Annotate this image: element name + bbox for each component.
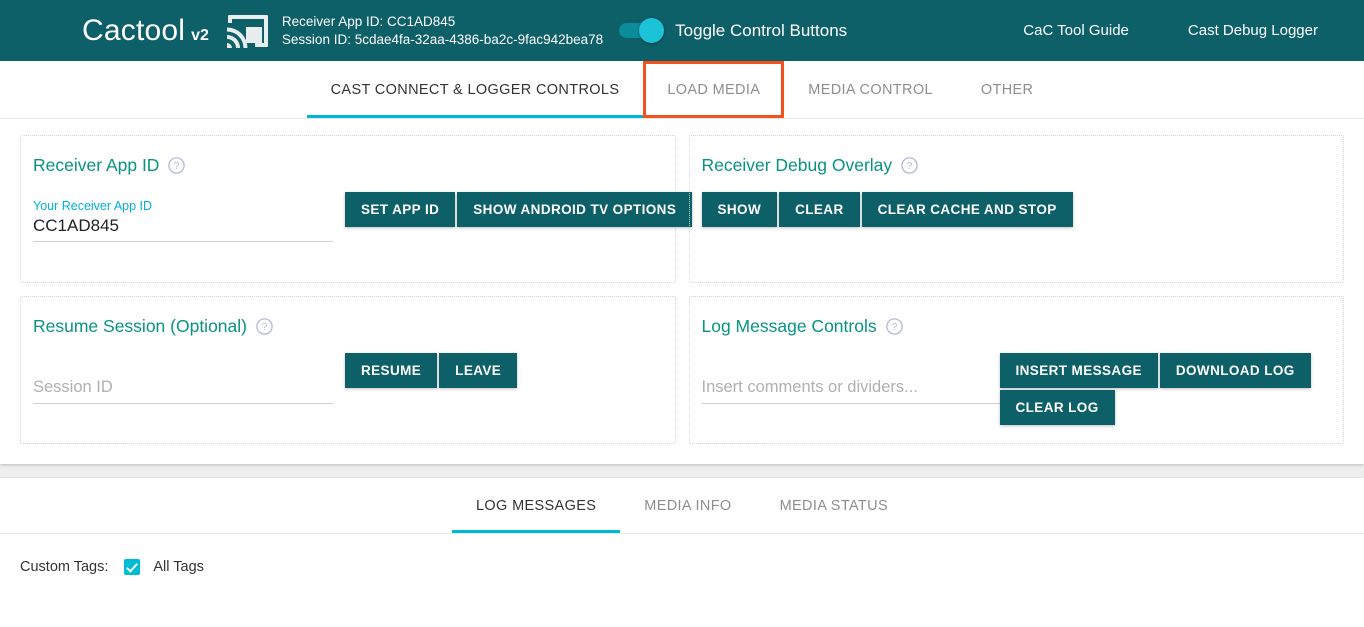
- card-receiver-app-id: Receiver App ID ? Your Receiver App ID C…: [20, 135, 676, 283]
- show-button[interactable]: SHOW: [702, 192, 778, 227]
- log-panel: LOG MESSAGES MEDIA INFO MEDIA STATUS Cus…: [0, 478, 1364, 627]
- tab-media-control[interactable]: MEDIA CONTROL: [784, 61, 957, 118]
- session-id-input-placeholder: Session ID: [33, 375, 333, 399]
- tab-cast-connect-logger-controls[interactable]: CAST CONNECT & LOGGER CONTROLS: [307, 61, 644, 118]
- card-receiver-debug-overlay: Receiver Debug Overlay ? SHOW CLEAR CLEA…: [689, 135, 1345, 283]
- toggle-control-buttons[interactable]: Toggle Control Buttons: [619, 21, 847, 41]
- link-cast-debug-logger[interactable]: Cast Debug Logger: [1188, 22, 1318, 39]
- log-message-input[interactable]: Insert comments or dividers...: [702, 375, 1002, 404]
- svg-text:?: ?: [907, 161, 913, 172]
- resume-button[interactable]: RESUME: [345, 353, 437, 388]
- tab-label: LOG MESSAGES: [476, 498, 596, 514]
- all-tags-label: All Tags: [153, 559, 204, 575]
- tab-label: OTHER: [981, 82, 1034, 98]
- tab-label: MEDIA CONTROL: [808, 82, 933, 98]
- card-body: Session ID RESUME LEAVE: [33, 375, 663, 404]
- tab-load-media[interactable]: LOAD MEDIA: [643, 61, 784, 118]
- custom-tags-label: Custom Tags:: [20, 559, 108, 575]
- log-buttons-row-1: INSERT MESSAGE DOWNLOAD LOG: [1000, 353, 1311, 388]
- card-title: Receiver App ID: [33, 155, 159, 176]
- card-resume-session: Resume Session (Optional) ? Session ID R…: [20, 296, 676, 444]
- log-message-input-placeholder: Insert comments or dividers...: [702, 375, 1002, 399]
- help-circle-icon[interactable]: ?: [168, 157, 185, 174]
- tab-label: CAST CONNECT & LOGGER CONTROLS: [331, 82, 620, 98]
- tab-label: LOAD MEDIA: [667, 82, 760, 98]
- all-tags-checkbox[interactable]: [124, 559, 140, 575]
- main-tabbar: CAST CONNECT & LOGGER CONTROLS LOAD MEDI…: [0, 61, 1364, 119]
- tab-media-status[interactable]: MEDIA STATUS: [756, 478, 912, 533]
- brand-version: v2: [191, 28, 209, 44]
- tab-label: MEDIA INFO: [644, 498, 731, 514]
- resume-session-buttons: RESUME LEAVE: [345, 353, 517, 388]
- cast-icon: [226, 13, 270, 49]
- app-header: Cactool v2 Receiver App ID: CC1AD845 Ses…: [0, 0, 1364, 61]
- card-header: Receiver Debug Overlay ?: [702, 155, 1332, 176]
- log-message-controls-buttons: INSERT MESSAGE DOWNLOAD LOG CLEAR LOG: [1000, 353, 1311, 425]
- card-title: Log Message Controls: [702, 316, 877, 337]
- help-circle-icon[interactable]: ?: [256, 318, 273, 335]
- log-messages-area: [0, 582, 1364, 627]
- tab-log-messages[interactable]: LOG MESSAGES: [452, 478, 620, 533]
- link-cac-tool-guide[interactable]: CaC Tool Guide: [1023, 22, 1129, 39]
- svg-text:?: ?: [174, 161, 180, 172]
- receiver-app-id-text: Receiver App ID: CC1AD845: [282, 13, 603, 31]
- card-title: Resume Session (Optional): [33, 316, 247, 337]
- set-app-id-button[interactable]: SET APP ID: [345, 192, 455, 227]
- receiver-app-id-input-label: Your Receiver App ID: [33, 198, 333, 214]
- brand-name: Cactool: [82, 16, 185, 46]
- insert-message-button[interactable]: INSERT MESSAGE: [1000, 353, 1158, 388]
- svg-text:?: ?: [891, 322, 897, 333]
- card-log-message-controls: Log Message Controls ? Insert comments o…: [689, 296, 1345, 444]
- leave-button[interactable]: LEAVE: [439, 353, 517, 388]
- card-header: Log Message Controls ?: [702, 316, 1332, 337]
- receiver-app-id-input[interactable]: Your Receiver App ID CC1AD845: [33, 198, 333, 242]
- log-tabbar: LOG MESSAGES MEDIA INFO MEDIA STATUS: [0, 478, 1364, 534]
- receiver-app-id-buttons: SET APP ID SHOW ANDROID TV OPTIONS: [345, 192, 692, 227]
- toggle-knob: [639, 18, 664, 43]
- tab-media-info[interactable]: MEDIA INFO: [620, 478, 755, 533]
- toggle-switch[interactable]: [619, 23, 661, 38]
- session-info: Receiver App ID: CC1AD845 Session ID: 5c…: [282, 13, 603, 49]
- receiver-app-id-input-value: CC1AD845: [33, 214, 333, 238]
- custom-tags-row: Custom Tags: All Tags: [0, 534, 1364, 582]
- session-id-input[interactable]: Session ID: [33, 375, 333, 404]
- clear-cache-and-stop-button[interactable]: CLEAR CACHE AND STOP: [862, 192, 1073, 227]
- receiver-debug-overlay-buttons: SHOW CLEAR CLEAR CACHE AND STOP: [702, 192, 1073, 227]
- card-title: Receiver Debug Overlay: [702, 155, 893, 176]
- card-body: Your Receiver App ID CC1AD845 SET APP ID…: [33, 198, 663, 242]
- controls-grid: Receiver App ID ? Your Receiver App ID C…: [0, 119, 1364, 464]
- card-body: Insert comments or dividers... INSERT ME…: [702, 375, 1332, 404]
- card-header: Resume Session (Optional) ?: [33, 316, 663, 337]
- help-circle-icon[interactable]: ?: [901, 157, 918, 174]
- download-log-button[interactable]: DOWNLOAD LOG: [1160, 353, 1311, 388]
- show-android-tv-options-button[interactable]: SHOW ANDROID TV OPTIONS: [457, 192, 692, 227]
- session-id-text: Session ID: 5cdae4fa-32aa-4386-ba2c-9fac…: [282, 31, 603, 49]
- tab-other[interactable]: OTHER: [957, 61, 1058, 118]
- card-header: Receiver App ID ?: [33, 155, 663, 176]
- brand: Cactool v2: [82, 16, 209, 46]
- clear-log-button[interactable]: CLEAR LOG: [1000, 390, 1115, 425]
- help-circle-icon[interactable]: ?: [886, 318, 903, 335]
- svg-text:?: ?: [262, 322, 268, 333]
- toggle-control-buttons-label: Toggle Control Buttons: [675, 21, 847, 41]
- header-links: CaC Tool Guide Cast Debug Logger: [1023, 22, 1318, 39]
- log-buttons-row-2: CLEAR LOG: [1000, 390, 1115, 425]
- controls-panel: CAST CONNECT & LOGGER CONTROLS LOAD MEDI…: [0, 61, 1364, 464]
- clear-button[interactable]: CLEAR: [779, 192, 860, 227]
- tab-label: MEDIA STATUS: [780, 498, 888, 514]
